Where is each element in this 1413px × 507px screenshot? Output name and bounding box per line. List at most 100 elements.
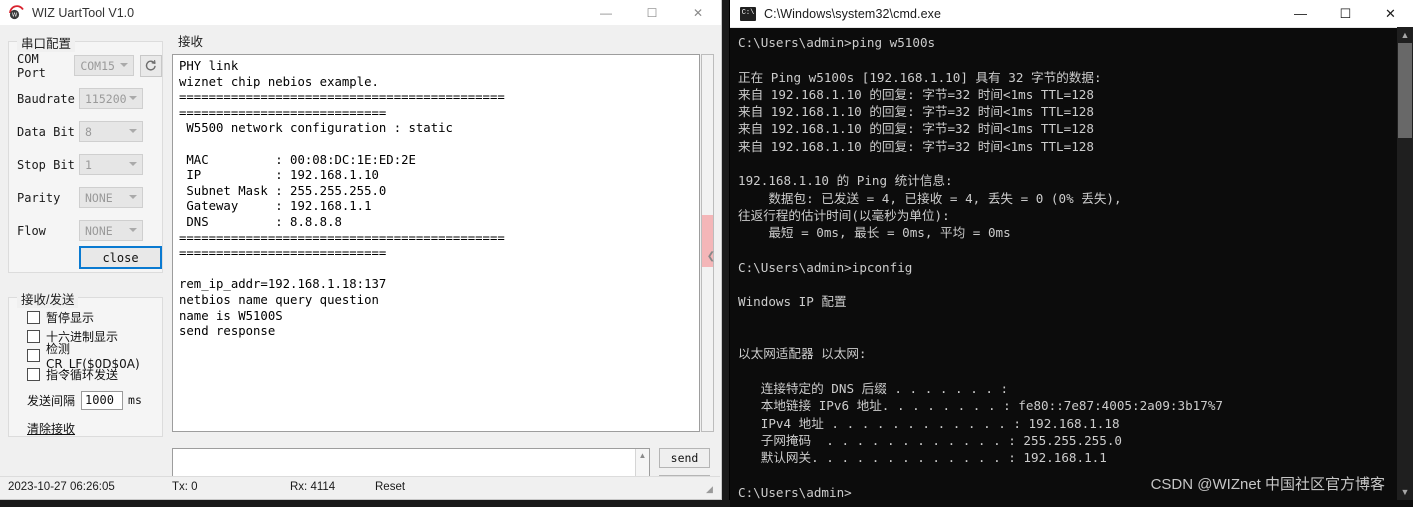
send-interval-label: 发送间隔 bbox=[27, 393, 76, 408]
config-label: Baudrate bbox=[17, 91, 75, 106]
cmd-maximize-button[interactable]: ☐ bbox=[1323, 0, 1368, 27]
cmd-output-line: 来自 192.168.1.10 的回复: 字节=32 时间<1ms TTL=12… bbox=[738, 138, 1094, 154]
recv-send-options-group: 接收/发送 暂停显示 十六进制显示 检测CR_LF($0D$0A) 指令循环发送 发送… bbox=[8, 289, 163, 437]
send-scroll-up-icon[interactable]: ▲ bbox=[636, 449, 649, 463]
cmd-output-line bbox=[738, 363, 1413, 380]
config-value: NONE bbox=[85, 223, 113, 238]
uart-tool-window: W WIZ UartTool V1.0 — ☐ ✕ 串口配置 COM Port C… bbox=[0, 0, 722, 500]
cmd-output-line: 数据包: 已发送 = 4, 已接收 = 4, 丢失 = 0 (0% 丢失), bbox=[738, 190, 1122, 206]
cmd-output-line bbox=[738, 311, 1413, 328]
cmd-output-line: 正在 Ping w5100s [192.168.1.10] 具有 32 字节的数… bbox=[738, 69, 1102, 85]
close-port-button[interactable]: close bbox=[79, 246, 162, 269]
cmd-output-line: 子网掩码 . . . . . . . . . . . . : 255.255.2… bbox=[738, 432, 1122, 448]
cmd-output-line bbox=[738, 155, 1413, 172]
cmd-scroll-down-icon[interactable]: ▼ bbox=[1397, 484, 1413, 500]
uart-titlebar[interactable]: W WIZ UartTool V1.0 — ☐ ✕ bbox=[0, 0, 721, 25]
option-checkbox-row[interactable]: 检测CR_LF($0D$0A) bbox=[9, 342, 162, 371]
cmd-window-title: C:\Windows\system32\cmd.exe bbox=[764, 6, 942, 21]
svg-text:W: W bbox=[12, 13, 18, 19]
cmd-output-line: 最短 = 0ms, 最长 = 0ms, 平均 = 0ms bbox=[738, 225, 1011, 241]
cmd-output-line: 192.168.1.10 的 Ping 统计信息: bbox=[738, 173, 953, 189]
chevron-down-icon[interactable] bbox=[129, 96, 137, 100]
config-row-flow: Flow NONE bbox=[9, 219, 162, 242]
chevron-left-icon[interactable]: ❮ bbox=[706, 241, 716, 271]
chevron-down-icon[interactable] bbox=[119, 63, 128, 67]
uart-maximize-button[interactable]: ☐ bbox=[629, 0, 675, 25]
config-select-stop-bit[interactable]: 1 bbox=[79, 154, 143, 175]
cmd-output-line: 来自 192.168.1.10 的回复: 字节=32 时间<1ms TTL=12… bbox=[738, 121, 1094, 137]
option-checkbox-list: 暂停显示 十六进制显示 检测CR_LF($0D$0A) 指令循环发送 bbox=[9, 298, 162, 384]
uart-close-button[interactable]: ✕ bbox=[675, 0, 721, 25]
config-label: COM Port bbox=[17, 51, 46, 80]
chevron-down-icon[interactable] bbox=[129, 195, 137, 199]
watermark: CSDN @WIZnet 中国社区官方博客 bbox=[1150, 476, 1385, 493]
config-value: 1 bbox=[85, 157, 92, 172]
config-value: 115200 bbox=[85, 91, 127, 106]
resize-grip-icon[interactable]: ◢ bbox=[706, 485, 716, 495]
receive-textarea[interactable]: PHY link wiznet chip nebios example. ===… bbox=[172, 54, 700, 432]
config-value: 8 bbox=[85, 124, 92, 139]
receive-title: 接收 bbox=[174, 31, 208, 50]
uart-body: 串口配置 COM Port COM15 Baudrate 115200 Data Bit… bbox=[0, 25, 721, 498]
config-select-parity[interactable]: NONE bbox=[79, 187, 143, 208]
cmd-output-line: 来自 192.168.1.10 的回复: 字节=32 时间<1ms TTL=12… bbox=[738, 104, 1094, 120]
refresh-ports-button[interactable] bbox=[139, 54, 162, 77]
cmd-output-line: 以太网适配器 以太网: bbox=[738, 346, 867, 362]
send-button[interactable]: send bbox=[659, 448, 710, 468]
option-checkbox-label: 指令循环发送 bbox=[46, 368, 119, 382]
checkbox-icon[interactable] bbox=[27, 349, 40, 362]
cmd-close-button[interactable]: ✕ bbox=[1368, 0, 1413, 27]
uart-minimize-button[interactable]: — bbox=[583, 0, 629, 25]
checkbox-icon[interactable] bbox=[27, 368, 40, 381]
checkbox-icon[interactable] bbox=[27, 311, 40, 324]
config-select-com-port[interactable]: COM15 bbox=[74, 55, 134, 76]
cmd-titlebar[interactable]: C:\ C:\Windows\system32\cmd.exe — ☐ ✕ bbox=[730, 0, 1413, 28]
status-timestamp: 2023-10-27 06:26:05 bbox=[8, 481, 115, 493]
receive-group: 接收 PHY link wiznet chip nebios example. … bbox=[170, 31, 716, 437]
config-value: NONE bbox=[85, 190, 113, 205]
cmd-window-controls: — ☐ ✕ bbox=[1278, 0, 1413, 27]
option-checkbox-row[interactable]: 暂停显示 bbox=[9, 308, 162, 327]
cmd-minimize-button[interactable]: — bbox=[1278, 0, 1323, 27]
screen-root: C:\ C:\Windows\system32\cmd.exe — ☐ ✕ C:… bbox=[0, 0, 1413, 507]
chevron-down-icon[interactable] bbox=[129, 228, 137, 232]
config-select-baudrate[interactable]: 115200 bbox=[79, 88, 143, 109]
config-label: Data Bit bbox=[17, 124, 75, 139]
cmd-console-output[interactable]: C:\Users\admin>ping w5100s 正在 Ping w5100s… bbox=[730, 28, 1413, 507]
cmd-output-line bbox=[738, 242, 1413, 259]
send-interval-unit: ms bbox=[128, 393, 142, 407]
cmd-output-line: C:\Users\admin>ipconfig bbox=[738, 259, 913, 275]
cmd-output-line bbox=[738, 51, 1413, 68]
cmd-output-line: 来自 192.168.1.10 的回复: 字节=32 时间<1ms TTL=12… bbox=[738, 86, 1094, 102]
cmd-output-line: Windows IP 配置 bbox=[738, 294, 847, 310]
config-row-baudrate: Baudrate 115200 bbox=[9, 87, 162, 110]
cmd-scrollbar[interactable]: ▲ ▼ bbox=[1397, 27, 1413, 500]
config-label: Stop Bit bbox=[17, 157, 75, 172]
config-row-data-bit: Data Bit 8 bbox=[9, 120, 162, 143]
clear-receive-link[interactable]: 清除接收 bbox=[9, 420, 75, 437]
status-rx-count: Rx: 4114 bbox=[290, 481, 336, 493]
cmd-window: C:\ C:\Windows\system32\cmd.exe — ☐ ✕ C:… bbox=[730, 0, 1413, 507]
send-interval-row: 发送间隔 1000 ms bbox=[9, 389, 162, 411]
cmd-output-line: 本地链接 IPv6 地址. . . . . . . . : fe80::7e87… bbox=[738, 398, 1223, 414]
config-row-parity: Parity NONE bbox=[9, 186, 162, 209]
serial-config-group: 串口配置 COM Port COM15 Baudrate 115200 Data Bit… bbox=[8, 33, 163, 273]
chevron-down-icon[interactable] bbox=[129, 129, 137, 133]
cmd-output-line: 默认网关. . . . . . . . . . . . . : 192.168.… bbox=[738, 450, 1107, 466]
config-select-flow[interactable]: NONE bbox=[79, 220, 143, 241]
cmd-scroll-up-icon[interactable]: ▲ bbox=[1397, 27, 1413, 43]
config-select-data-bit[interactable]: 8 bbox=[79, 121, 143, 142]
config-label: Parity bbox=[17, 190, 61, 205]
cmd-output-line bbox=[738, 328, 1413, 345]
cmd-output-line: 往返行程的估计时间(以毫秒为单位): bbox=[738, 207, 950, 223]
status-reset-label[interactable]: Reset bbox=[375, 481, 405, 493]
serial-config-title: 串口配置 bbox=[17, 33, 76, 52]
option-checkbox-label: 暂停显示 bbox=[46, 311, 95, 325]
cmd-output-line: 连接特定的 DNS 后缀 . . . . . . . : bbox=[738, 380, 1009, 396]
chevron-down-icon[interactable] bbox=[129, 162, 137, 166]
config-value: COM15 bbox=[80, 58, 115, 73]
send-interval-input[interactable]: 1000 bbox=[81, 390, 124, 410]
uart-window-controls: — ☐ ✕ bbox=[583, 0, 721, 25]
cmd-scroll-thumb[interactable] bbox=[1398, 43, 1412, 138]
checkbox-icon[interactable] bbox=[27, 330, 40, 343]
